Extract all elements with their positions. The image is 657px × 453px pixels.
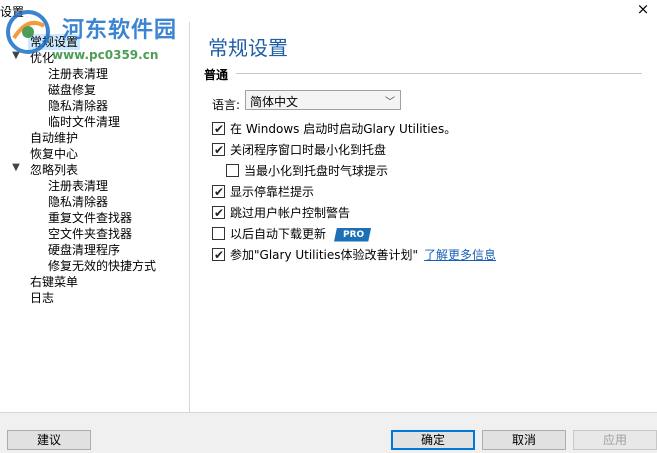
tree-item-label: 隐私清除器 xyxy=(48,195,109,209)
tree-item-disk-cleaner[interactable]: 硬盘清理程序 xyxy=(48,242,120,258)
tree-item-label: 忽略列表 xyxy=(30,163,79,177)
checkbox[interactable] xyxy=(226,164,239,177)
tree-item-label: 自动维护 xyxy=(30,131,79,145)
tree-item-label: 重复文件查找器 xyxy=(48,211,133,225)
option-label: 跳过用户帐户控制警告 xyxy=(230,206,351,220)
tree-item-label: 注册表清理 xyxy=(48,67,109,81)
tree-item-ignore-registry-cleaner[interactable]: 注册表清理 xyxy=(48,178,108,194)
tree-item-label: 临时文件清理 xyxy=(48,115,121,129)
tree-item-context-menu[interactable]: 右键菜单 xyxy=(30,274,78,290)
checkbox[interactable] xyxy=(212,227,225,240)
tree-item-label: 空文件夹查找器 xyxy=(48,227,133,241)
tree-item-ignore-privacy-cleaner[interactable]: 隐私清除器 xyxy=(48,194,108,210)
ok-button[interactable]: 确定 xyxy=(391,430,475,450)
tree-item-log[interactable]: 日志 xyxy=(30,290,54,306)
section-divider xyxy=(236,73,642,74)
tree-item-auto-maintenance[interactable]: 自动维护 xyxy=(30,130,78,146)
option-label: 当最小化到托盘时气球提示 xyxy=(244,164,389,178)
tree-item-label: 右键菜单 xyxy=(30,275,79,289)
settings-nav-tree: 常规设置 ▼ 优化 注册表清理 磁盘修复 隐私清除器 临时文件清理 自动维护 恢… xyxy=(0,22,190,412)
chevron-down-icon[interactable]: ▼ xyxy=(10,162,22,178)
tree-item-duplicate-finder[interactable]: 重复文件查找器 xyxy=(48,210,132,226)
tree-item-general-settings[interactable]: 常规设置 xyxy=(28,34,81,50)
option-label: 在 Windows 启动时启动Glary Utilities。 xyxy=(230,122,457,136)
language-label: 语言: xyxy=(212,98,241,112)
checkbox[interactable]: ✔ xyxy=(212,206,225,220)
section-heading: 普通 xyxy=(204,68,229,82)
tree-item-empty-folder-finder[interactable]: 空文件夹查找器 xyxy=(48,226,132,242)
cancel-button[interactable]: 取消 xyxy=(482,430,566,450)
option-label: 关闭程序窗口时最小化到托盘 xyxy=(230,143,387,157)
suggest-button[interactable]: 建议 xyxy=(7,430,91,450)
pro-badge: PRO xyxy=(334,227,372,242)
tree-item-label: 硬盘清理程序 xyxy=(48,243,121,257)
tree-item-ignore-list[interactable]: 忽略列表 xyxy=(30,162,78,178)
option-label: 显示停靠栏提示 xyxy=(230,185,315,199)
checkbox[interactable]: ✔ xyxy=(212,122,225,136)
tree-item-restore-center[interactable]: 恢复中心 xyxy=(30,146,78,162)
tree-item-label: 注册表清理 xyxy=(48,179,109,193)
tree-item-label: 常规设置 xyxy=(30,35,79,49)
language-select[interactable]: 简体中文 ﹀ xyxy=(245,90,401,110)
settings-content-panel: 常规设置 普通 语言: 简体中文 ﹀ ✔ 在 Windows 启动时启动Glar… xyxy=(190,22,657,412)
checkbox[interactable]: ✔ xyxy=(212,248,225,262)
tree-item-registry-cleaner[interactable]: 注册表清理 xyxy=(48,66,108,82)
tree-item-temp-files-cleaner[interactable]: 临时文件清理 xyxy=(48,114,120,130)
tree-item-shortcut-fixer[interactable]: 修复无效的快捷方式 xyxy=(48,258,156,274)
tree-item-label: 修复无效的快捷方式 xyxy=(48,259,157,273)
tree-item-label: 优化 xyxy=(30,51,55,65)
checkbox[interactable]: ✔ xyxy=(212,143,225,157)
title-bar: 设置 × xyxy=(0,0,657,22)
tree-item-label: 恢复中心 xyxy=(30,147,79,161)
tree-item-label: 磁盘修复 xyxy=(48,83,97,97)
language-select-value: 简体中文 xyxy=(250,95,299,109)
chevron-down-icon[interactable]: ▼ xyxy=(10,50,22,66)
option-label-wrap: 参加"Glary Utilities体验改善计划" 了解更多信息 xyxy=(230,246,496,264)
page-title: 常规设置 xyxy=(208,36,288,60)
tree-item-label: 日志 xyxy=(30,291,55,305)
close-icon[interactable]: × xyxy=(635,1,651,17)
checkbox[interactable]: ✔ xyxy=(212,185,225,199)
tree-item-label: 隐私清除器 xyxy=(48,99,109,113)
chevron-down-icon: ﹀ xyxy=(385,97,395,108)
window-title: 设置 xyxy=(0,5,25,19)
learn-more-link[interactable]: 了解更多信息 xyxy=(424,248,496,262)
tree-item-optimize[interactable]: 优化 xyxy=(30,50,54,66)
tree-item-disk-repair[interactable]: 磁盘修复 xyxy=(48,82,96,98)
apply-button[interactable]: 应用 xyxy=(573,430,657,450)
option-label: 以后自动下载更新 xyxy=(230,227,327,241)
tree-item-privacy-cleaner[interactable]: 隐私清除器 xyxy=(48,98,108,114)
dialog-button-bar: 建议 确定 取消 应用 xyxy=(0,412,657,453)
option-label-wrap: 以后自动下载更新 PRO xyxy=(230,225,372,243)
option-label: 参加"Glary Utilities体验改善计划" xyxy=(230,248,419,262)
